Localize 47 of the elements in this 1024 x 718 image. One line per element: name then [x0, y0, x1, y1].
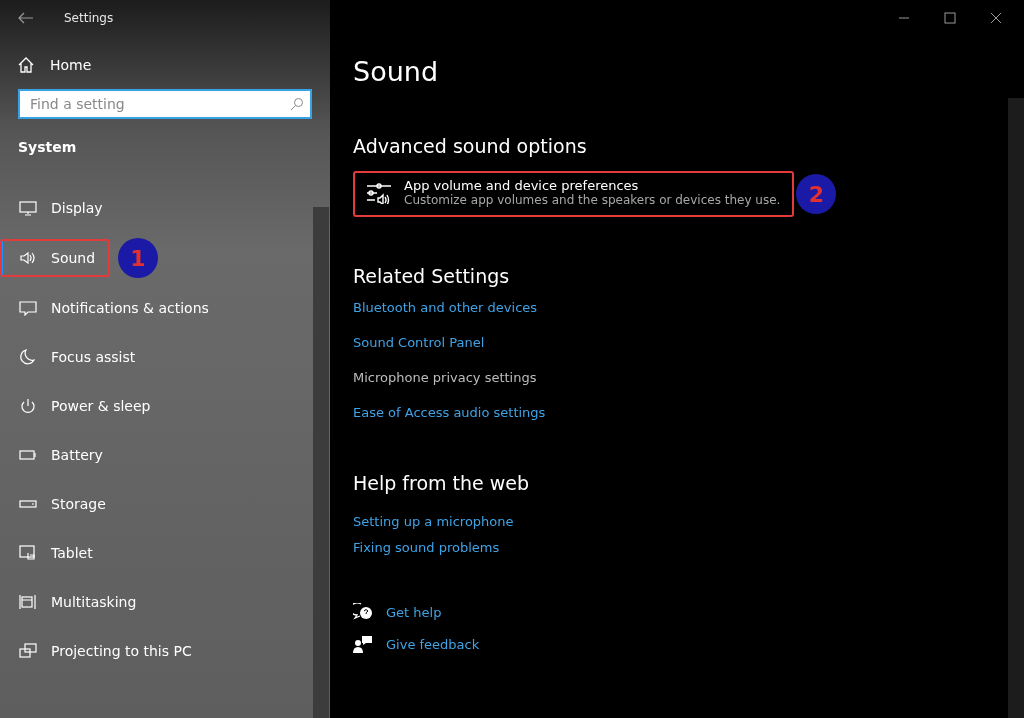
multitasking-icon	[19, 594, 37, 610]
page-title: Sound	[353, 56, 439, 87]
sidebar-item[interactable]: Multitasking	[0, 583, 155, 621]
battery-icon	[19, 447, 37, 463]
section-heading: Related Settings	[353, 265, 510, 287]
sidebar-item[interactable]: Sound	[0, 239, 110, 277]
sound-icon	[19, 250, 37, 266]
search-field[interactable]: Find a setting	[18, 89, 312, 119]
settings-option[interactable]: App volume and device preferences Customize app volumes and the speakers or devices they use.	[353, 171, 795, 217]
power-icon	[19, 398, 37, 414]
footer-link[interactable]: Get help	[386, 604, 442, 620]
help-link[interactable]: Setting up a microphone	[353, 514, 514, 529]
footer-link[interactable]: Give feedback	[386, 636, 480, 652]
section-heading: Help from the web	[353, 472, 530, 494]
section-heading: System	[18, 139, 77, 155]
settings-link[interactable]: Ease of Access audio settings	[353, 405, 546, 420]
sidebar-item[interactable]: Power & sleep	[0, 387, 169, 425]
sidebar-item[interactable]: Projecting to this PC	[0, 632, 210, 670]
home-icon	[18, 57, 34, 73]
scrollbar[interactable]	[313, 207, 329, 718]
help-link[interactable]: Fixing sound problems	[353, 540, 500, 555]
section-heading: Advanced sound options	[353, 135, 587, 157]
home-link[interactable]: Home	[18, 57, 98, 73]
sidebar-item[interactable]: Tablet	[0, 534, 111, 572]
close-icon[interactable]	[990, 12, 1002, 24]
window-title: Settings	[64, 11, 114, 25]
chat-help-icon	[353, 603, 373, 621]
sidebar-item[interactable]: Focus assist	[0, 338, 154, 376]
moon-icon	[19, 349, 37, 365]
person-feedback-icon	[353, 635, 373, 653]
display-icon	[19, 200, 37, 216]
notifications-icon	[19, 300, 37, 316]
sidebar-item[interactable]: Notifications & actions	[0, 289, 227, 327]
maximize-icon[interactable]	[944, 12, 956, 24]
settings-link[interactable]: Sound Control Panel	[353, 335, 485, 350]
sidebar-item[interactable]: Battery	[0, 436, 121, 474]
sidebar-item[interactable]: Display	[0, 189, 121, 227]
tablet-icon	[19, 545, 37, 561]
sidebar-item[interactable]: Storage	[0, 485, 124, 523]
back-arrow-icon[interactable]	[18, 12, 34, 24]
scrollbar[interactable]	[1008, 98, 1024, 718]
callout-number: 1	[118, 238, 158, 278]
search-icon	[290, 97, 304, 111]
settings-link[interactable]: Bluetooth and other devices	[353, 300, 538, 315]
projecting-icon	[19, 643, 37, 659]
callout-number: 2	[796, 174, 837, 214]
sliders-speaker-icon	[366, 181, 392, 204]
